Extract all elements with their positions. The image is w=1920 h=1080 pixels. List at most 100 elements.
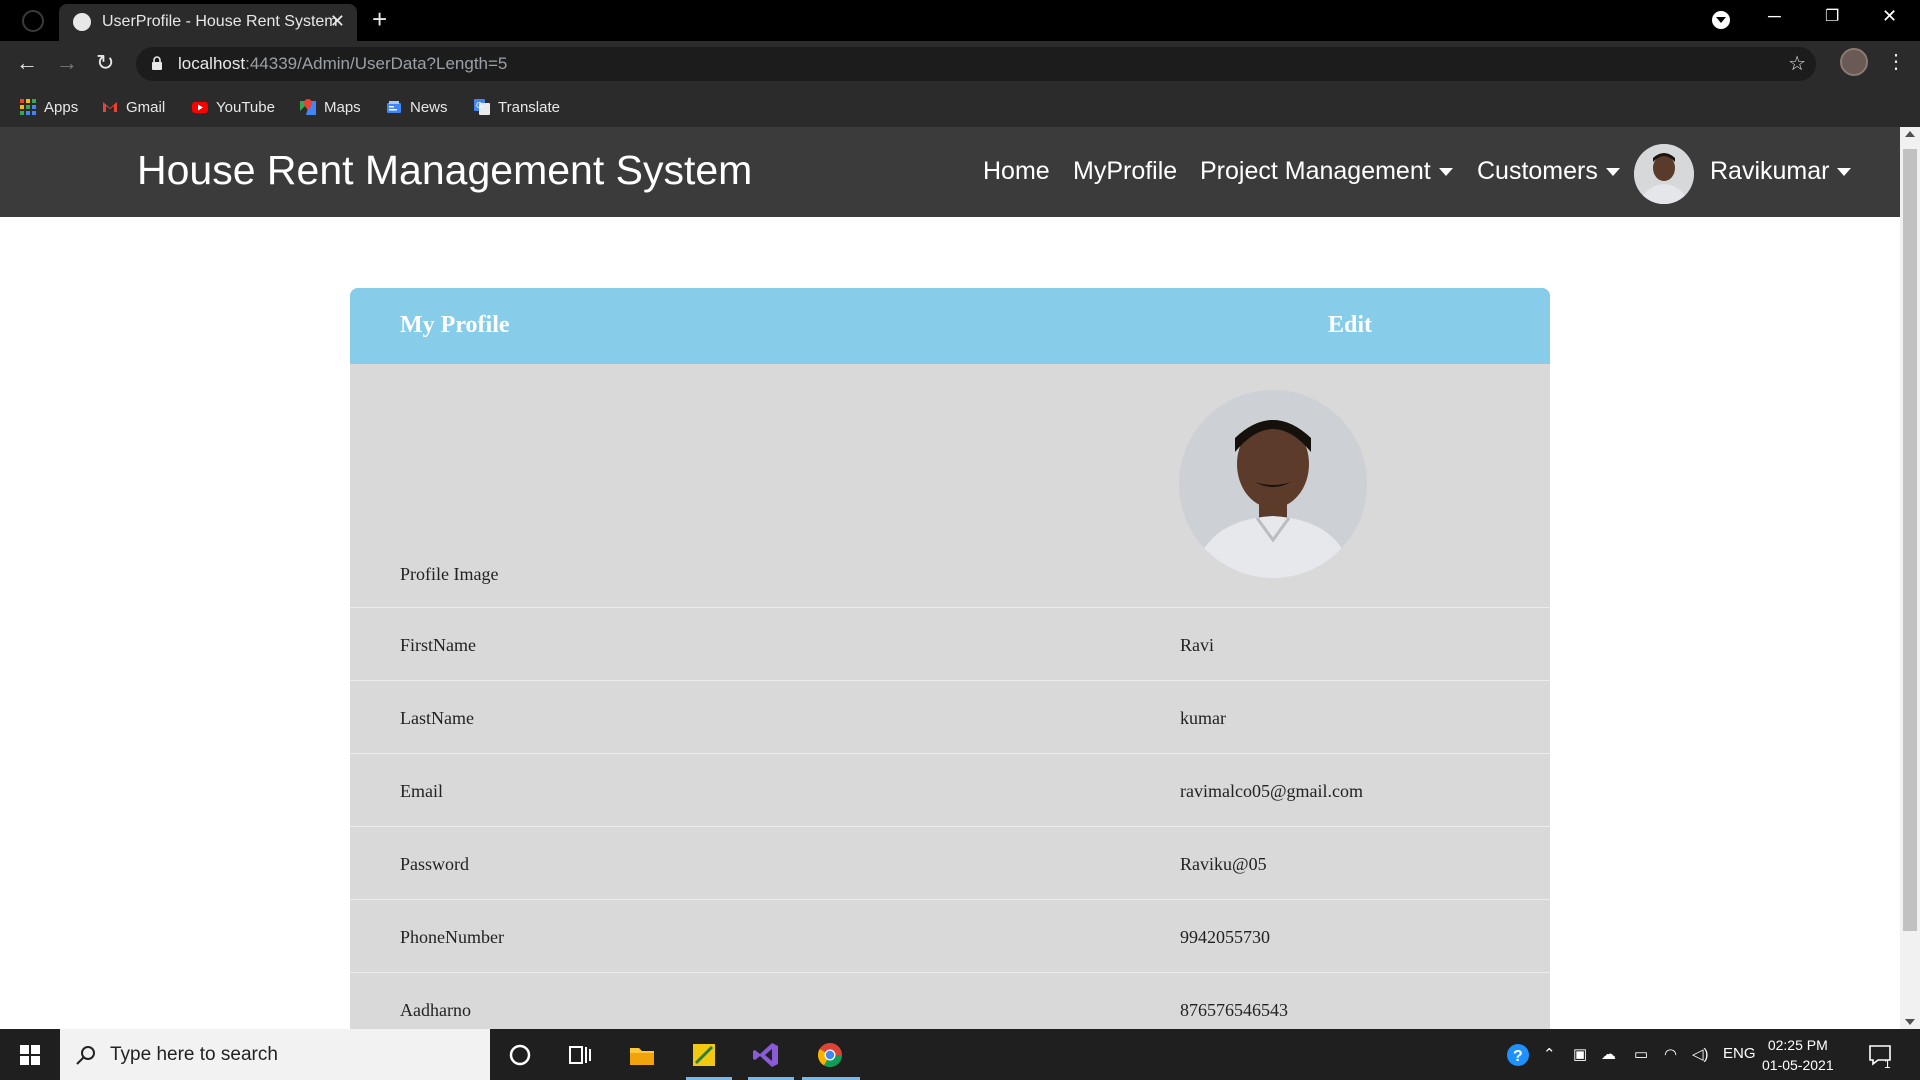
profile-title: My Profile <box>400 312 510 338</box>
site-navbar: House Rent Management System Home MyProf… <box>0 127 1900 217</box>
bookmark-label: Gmail <box>126 98 166 116</box>
translate-icon: G <box>474 99 490 115</box>
user-avatar[interactable] <box>1634 144 1694 204</box>
volume-icon[interactable]: ◁) <box>1692 1045 1709 1063</box>
field-label: LastName <box>400 708 474 728</box>
onedrive-icon[interactable]: ☁ <box>1601 1045 1616 1063</box>
profile-field-row: Password Raviku@05 <box>350 827 1550 900</box>
reload-icon[interactable]: ↻ <box>96 50 114 76</box>
nav-label: Project Management <box>1200 157 1431 185</box>
forward-icon[interactable]: → <box>56 50 78 76</box>
bookmark-gmail[interactable]: Gmail <box>102 95 165 119</box>
url-text[interactable]: localhost:44339/Admin/UserData?Length=5 <box>178 54 507 74</box>
caret-down-icon <box>1605 168 1620 177</box>
back-icon[interactable]: ← <box>16 50 38 76</box>
scroll-up-icon[interactable] <box>1905 131 1915 137</box>
profile-field-row: Aadharno 876576546543 <box>350 973 1550 1030</box>
windows-start-icon[interactable] <box>20 1045 40 1065</box>
new-tab-icon[interactable]: + <box>372 4 387 35</box>
news-icon <box>387 101 401 113</box>
field-label: PhoneNumber <box>400 927 504 947</box>
address-bar-row: ← → ↻ localhost:44339/Admin/UserData?Len… <box>0 41 1920 87</box>
profile-field-row: LastName kumar <box>350 681 1550 754</box>
field-label: FirstName <box>400 635 476 655</box>
bookmark-label: YouTube <box>216 98 275 116</box>
notification-count: 1 <box>1884 1057 1891 1071</box>
minimize-icon[interactable]: ─ <box>1768 6 1781 27</box>
nav-label: Ravikumar <box>1710 157 1830 185</box>
tray-chevron-icon[interactable]: ⌃ <box>1543 1045 1556 1063</box>
file-explorer-icon[interactable] <box>628 1041 656 1069</box>
site-brand[interactable]: House Rent Management System <box>137 147 752 194</box>
bookmark-translate[interactable]: G Translate <box>474 95 560 119</box>
taskbar-search[interactable]: Type here to search <box>60 1029 490 1080</box>
profile-photo <box>1179 390 1367 578</box>
clock-time: 02:25 PM <box>1767 1037 1828 1053</box>
profile-field-row: PhoneNumber 9942055730 <box>350 900 1550 973</box>
restore-icon[interactable]: ❐ <box>1825 6 1839 26</box>
nav-home[interactable]: Home <box>983 157 1050 186</box>
task-view-icon[interactable] <box>566 1041 594 1069</box>
sql-tool-icon[interactable] <box>690 1041 718 1069</box>
network-icon[interactable]: ◠ <box>1664 1045 1677 1063</box>
taskbar-clock[interactable]: 02:25 PM 01-05-2021 <box>1762 1035 1834 1075</box>
github-icon[interactable] <box>22 10 44 32</box>
battery-icon[interactable]: ▭ <box>1634 1045 1648 1063</box>
field-label: Aadharno <box>400 1000 471 1020</box>
language-indicator[interactable]: ENG <box>1723 1045 1756 1062</box>
meet-now-icon[interactable]: ▣ <box>1573 1045 1587 1063</box>
apps-grid-icon <box>20 99 36 115</box>
field-value: Ravi <box>1180 635 1214 655</box>
svg-text:?: ? <box>1513 1048 1523 1065</box>
field-value: ravimalco05@gmail.com <box>1180 781 1364 801</box>
browser-tab[interactable]: UserProfile - House Rent System ✕ <box>59 4 357 41</box>
search-placeholder: Type here to search <box>110 1044 278 1065</box>
profile-field-row: FirstName Ravi <box>350 608 1550 681</box>
tab-search-icon[interactable] <box>1712 11 1730 29</box>
bookmark-youtube[interactable]: YouTube <box>192 95 275 119</box>
field-value: kumar <box>1180 708 1226 728</box>
menu-kebab-icon[interactable]: ⋮ <box>1886 49 1906 74</box>
tab-title: UserProfile - House Rent System <box>102 13 338 30</box>
bookmark-label: Apps <box>44 98 79 116</box>
scroll-down-icon[interactable] <box>1905 1019 1915 1025</box>
youtube-icon <box>192 102 208 113</box>
nav-myprofile[interactable]: MyProfile <box>1073 157 1177 186</box>
field-label: Password <box>400 854 470 874</box>
profile-photo-image <box>1179 390 1367 578</box>
close-tab-icon[interactable]: ✕ <box>330 11 345 32</box>
profile-image-label: Profile Image <box>400 564 499 584</box>
gmail-icon <box>103 102 117 112</box>
edit-link[interactable]: Edit <box>1328 312 1372 339</box>
bookmark-news[interactable]: News <box>386 95 448 119</box>
profile-card-header: My Profile Edit <box>350 288 1550 364</box>
page-scrollbar[interactable] <box>1900 127 1920 1029</box>
bookmark-label: Translate <box>498 98 560 116</box>
cortana-icon[interactable] <box>506 1041 534 1069</box>
bookmarks-bar: Apps Gmail YouTube Maps News G Translate <box>0 87 1920 127</box>
windows-taskbar: Type here to search ? ⌃ ▣ ☁ ▭ ◠ ◁) ENG 0… <box>0 1029 1920 1080</box>
account-avatar[interactable] <box>1840 48 1868 76</box>
scroll-thumb[interactable] <box>1903 149 1917 931</box>
nav-customers[interactable]: Customers <box>1477 157 1620 186</box>
nav-user-menu[interactable]: Ravikumar <box>1710 157 1852 186</box>
bookmark-label: News <box>410 98 448 116</box>
nav-project-management[interactable]: Project Management <box>1200 157 1453 186</box>
visual-studio-icon[interactable] <box>752 1041 780 1069</box>
url-bar[interactable]: localhost:44339/Admin/UserData?Length=5 … <box>136 47 1816 81</box>
chrome-icon[interactable] <box>816 1041 844 1069</box>
clock-date: 01-05-2021 <box>1762 1057 1834 1073</box>
lock-icon <box>152 56 162 70</box>
caret-down-icon <box>1438 168 1453 177</box>
close-window-icon[interactable]: ✕ <box>1882 6 1897 27</box>
help-icon[interactable]: ? <box>1506 1043 1530 1067</box>
field-value: 876576546543 <box>1180 1000 1288 1020</box>
user-photo <box>1634 144 1694 204</box>
profile-card: My Profile Edit Profile Image FirstName … <box>350 288 1550 1030</box>
browser-tab-strip: UserProfile - House Rent System ✕ + ─ ❐ … <box>0 0 1920 41</box>
bookmark-apps[interactable]: Apps <box>20 95 78 119</box>
caret-down-icon <box>1837 168 1852 177</box>
bookmark-star-icon[interactable]: ☆ <box>1788 51 1806 76</box>
bookmark-maps[interactable]: Maps <box>300 95 361 119</box>
bookmark-label: Maps <box>324 98 361 116</box>
